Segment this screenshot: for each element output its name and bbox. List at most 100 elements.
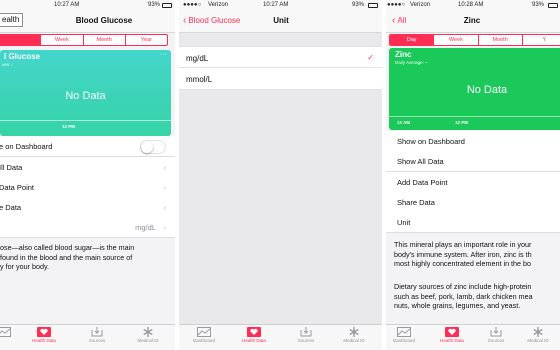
tab-month[interactable]: Month (477, 35, 522, 45)
tab-sources[interactable]: Sources (476, 327, 516, 343)
page-title: Blood Glucose (75, 16, 133, 25)
description-line: nuts, whole grains, legumes, and yeast. (394, 301, 521, 311)
tab-medical-id[interactable]: Medical ID (334, 327, 374, 343)
tab-medical-id[interactable]: Medical ID (518, 327, 558, 343)
carrier-name: Verizon (410, 2, 431, 8)
card-subtitle: ues ↓ (2, 62, 13, 67)
back-button[interactable]: ealth (0, 13, 24, 27)
medical-id-icon (143, 327, 153, 337)
time-range-control: Week Month Year (0, 34, 168, 46)
description-text: This mineral plays an important role in … (394, 240, 532, 269)
option-label: mg/dL (186, 54, 209, 63)
row-label: e Data (0, 203, 22, 212)
row-label: e on Dashboard (0, 142, 53, 151)
add-data-point-row[interactable]: Data Point › (0, 177, 178, 198)
tab-dashboard[interactable] (0, 327, 24, 338)
signal-dots: ●●●●○ (183, 2, 202, 8)
tab-day[interactable]: Day (390, 35, 434, 45)
tab-health-data[interactable]: Health Data (234, 327, 274, 343)
tab-bar: Dashboard Health Data Sources Medical ID (384, 324, 560, 350)
tab-week[interactable]: Week (433, 35, 477, 45)
unit-option-mmol[interactable]: mmol/L (178, 68, 384, 90)
option-label: mmol/L (186, 75, 213, 84)
share-data-row[interactable]: Share Data (384, 192, 560, 213)
tab-label: Health Data (242, 338, 266, 343)
nav-bar: ealth Blood Glucose (0, 11, 178, 33)
tab-day[interactable] (0, 35, 41, 45)
card-subtitle: Daily Average: – (395, 60, 428, 65)
card-title: l Glucose (4, 52, 41, 61)
status-time: 10:28 AM (458, 2, 484, 8)
status-time: 10:27 AM (263, 2, 289, 8)
row-label: Ill Data (0, 163, 23, 172)
glucose-chart-card[interactable]: l Glucose ues ↓ ··· No Data 12 PM (0, 50, 171, 136)
dashboard-icon (0, 327, 11, 337)
add-data-point-row[interactable]: Add Data Point (384, 172, 560, 193)
tick-label: 12 PM (62, 124, 76, 129)
card-title: Zinc (395, 50, 412, 59)
no-data-label: No Data (466, 84, 508, 96)
page-title: Zinc (463, 16, 481, 25)
status-bar: ●●●●○ Verizon 10:27 AM 93% (178, 0, 384, 11)
health-data-icon (37, 327, 51, 337)
unit-row[interactable]: mg/dL › (0, 217, 178, 238)
carrier-name: Verizon (208, 2, 229, 8)
dashboard-icon (397, 327, 411, 337)
sources-icon (300, 327, 312, 337)
description-line: such as beef, pork, lamb, dark chicken m… (394, 291, 533, 301)
zinc-screen: ●●●●○ Verizon 10:28 AM 93% ‹ All Zinc Da… (384, 0, 560, 350)
unit-value: mg/dL (135, 223, 156, 232)
battery-percent: 93% (531, 2, 544, 8)
tab-month[interactable]: Month (82, 35, 125, 45)
unit-option-mgdl[interactable]: mg/dL ✓ (178, 46, 384, 68)
blood-glucose-screen: 10:27 AM 93% ealth Blood Glucose Week Mo… (0, 0, 178, 350)
tab-health-data[interactable]: Health Data (432, 327, 472, 343)
tab-label: Sources (487, 338, 505, 343)
page-title: Unit (273, 16, 289, 25)
medical-id-icon (349, 327, 359, 337)
battery-icon (368, 3, 378, 8)
tab-week[interactable]: Week (40, 35, 82, 45)
chevron-right-icon: › (163, 183, 166, 192)
checkmark-icon: ✓ (367, 53, 374, 62)
dashboard-icon (197, 327, 211, 337)
tab-medical-id[interactable]: Medical ID (128, 327, 168, 343)
show-all-data-row[interactable]: Ill Data › (0, 157, 178, 178)
tab-year[interactable]: Year (124, 35, 167, 45)
zinc-chart-card[interactable]: Zinc Daily Average: – No Data 12 AM 12 P… (389, 48, 560, 130)
chart-axis (389, 116, 560, 117)
tab-label: Sources (88, 338, 106, 343)
sources-icon (490, 327, 502, 337)
row-label: Add Data Point (397, 178, 448, 187)
no-data-label: No Data (65, 90, 106, 102)
status-time: 10:27 AM (54, 2, 80, 8)
tab-year[interactable]: Y (521, 35, 560, 45)
tab-dashboard[interactable]: Dashboard (184, 327, 224, 343)
row-label: Data Point (0, 183, 35, 192)
share-data-row[interactable]: e Data › (0, 197, 178, 218)
medical-id-icon (533, 327, 543, 337)
show-on-dashboard-row: e on Dashboard (0, 136, 178, 157)
show-dashboard-toggle[interactable] (140, 140, 166, 154)
unit-row[interactable]: Unit (384, 212, 560, 233)
tick-label: 12 PM (455, 120, 469, 125)
tab-label: Health Data (32, 338, 56, 343)
tab-sources[interactable]: Sources (77, 327, 117, 343)
nav-bar: ‹ Blood Glucose Unit (178, 11, 384, 33)
show-all-data-row[interactable]: Show All Data (384, 151, 560, 172)
tab-sources[interactable]: Sources (286, 327, 326, 343)
back-label: ealth (2, 15, 20, 24)
chevron-right-icon: › (163, 163, 166, 172)
tab-health-data[interactable]: Health Data (24, 327, 64, 343)
battery-icon (548, 3, 558, 8)
sources-icon (91, 327, 103, 337)
dietary-sources-text: Dietary sources of zinc include high-pro… (394, 282, 533, 311)
row-label: Show on Dashboard (397, 137, 465, 146)
tab-label: Sources (297, 338, 315, 343)
status-bar: 10:27 AM 93% (0, 0, 178, 11)
battery-percent: 93% (351, 2, 364, 8)
tick-label: 12 AM (397, 120, 411, 125)
description-line: This mineral plays an important role in … (394, 240, 532, 249)
more-icon: ··· (160, 51, 167, 58)
tab-dashboard[interactable]: Dashboard (384, 327, 424, 343)
